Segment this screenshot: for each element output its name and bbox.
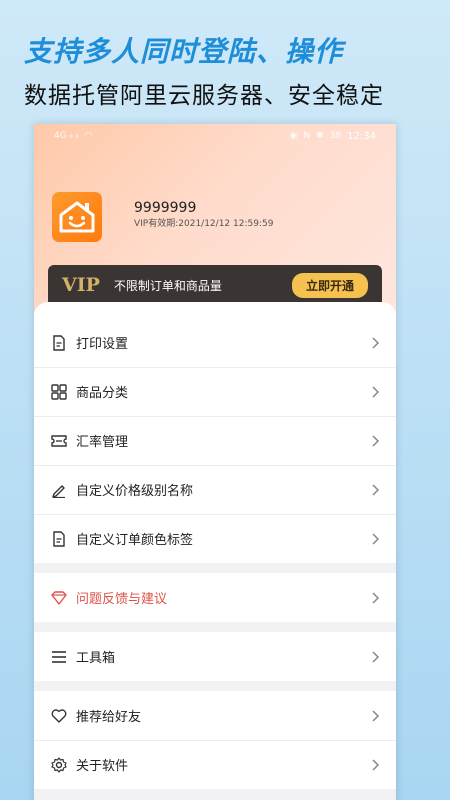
bluetooth-icon: ✱ (316, 131, 324, 141)
menu-label: 打印设置 (76, 337, 129, 352)
menu-item-recommend[interactable]: 推荐给好友 (34, 691, 396, 740)
menu-item-feedback[interactable]: 问题反馈与建议 (34, 573, 396, 622)
chevron-right-icon (372, 709, 380, 722)
status-time: 12:34 (347, 130, 376, 142)
menu-group-feedback: 问题反馈与建议 (34, 573, 396, 622)
eye-icon: ◉ (289, 131, 298, 141)
phone-screen: 4G ᵢₗ ᵢₗ ◠ ◉ N ✱ 38 12:34 9999999 VIP有效期… (34, 124, 396, 800)
vip-description: 不限制订单和商品量 (113, 278, 222, 293)
diamond-icon (50, 589, 68, 607)
document-icon (50, 530, 68, 548)
promo-subtitle: 数据托管阿里云服务器、安全稳定 (24, 83, 384, 109)
status-bar: 4G ᵢₗ ᵢₗ ◠ ◉ N ✱ 38 12:34 (34, 124, 396, 148)
menu-label: 自定义价格级别名称 (76, 484, 194, 499)
menu-label: 关于软件 (76, 759, 129, 774)
signal-icon: 4G ᵢₗ ᵢₗ (54, 131, 79, 141)
menu-label: 问题反馈与建议 (76, 592, 168, 607)
chevron-right-icon (372, 650, 380, 663)
chevron-right-icon (372, 758, 380, 771)
menu-item-exchange-rate[interactable]: 汇率管理 (34, 416, 396, 465)
ticket-icon (50, 432, 68, 450)
heart-icon (50, 707, 68, 725)
chevron-right-icon (372, 434, 380, 447)
vip-banner[interactable]: VIP 不限制订单和商品量 立即开通 (48, 265, 382, 305)
activate-vip-button[interactable]: 立即开通 (291, 272, 368, 298)
chevron-right-icon (372, 336, 380, 349)
pencil-icon (50, 481, 68, 499)
menu-item-print-settings[interactable]: 打印设置 (34, 318, 396, 367)
menu-item-custom-price-levels[interactable]: 自定义价格级别名称 (34, 465, 396, 514)
menu-item-product-category[interactable]: 商品分类 (34, 367, 396, 416)
house-smile-icon (59, 201, 95, 233)
menu-group-about: 推荐给好友 关于软件 (34, 691, 396, 789)
menu-label: 商品分类 (76, 386, 129, 401)
document-icon (50, 334, 68, 352)
chevron-right-icon (372, 483, 380, 496)
menu-group-settings: 打印设置 商品分类 汇率管理 自定义价格级别名称 自定义订单颜色标签 (34, 318, 396, 563)
wifi-icon: ◠ (84, 131, 93, 141)
menu-label: 自定义订单颜色标签 (76, 533, 194, 548)
menu-card: 打印设置 商品分类 汇率管理 自定义价格级别名称 自定义订单颜色标签 问题反馈与… (34, 302, 396, 800)
chevron-right-icon (372, 385, 380, 398)
menu-label: 汇率管理 (76, 435, 129, 450)
gear-icon (50, 756, 68, 774)
battery-icon: 38 (329, 131, 342, 141)
vip-expiry: VIP有效期:2021/12/12 12:59:59 (134, 219, 274, 229)
menu-item-toolbox[interactable]: 工具箱 (34, 632, 396, 681)
menu-label: 推荐给好友 (76, 710, 142, 725)
menu-item-about[interactable]: 关于软件 (34, 740, 396, 789)
avatar[interactable] (52, 192, 102, 242)
menu-label: 工具箱 (76, 651, 116, 666)
chevron-right-icon (372, 532, 380, 545)
vip-logo: VIP (62, 274, 100, 296)
promo-title: 支持多人同时登陆、操作 (24, 35, 344, 68)
menu-item-custom-order-colors[interactable]: 自定义订单颜色标签 (34, 514, 396, 563)
menu-group-tools: 工具箱 (34, 632, 396, 681)
grid-icon (50, 383, 68, 401)
hamburger-icon (50, 648, 68, 666)
chevron-right-icon (372, 591, 380, 604)
nfc-icon: N (303, 131, 311, 141)
username: 9999999 (134, 200, 197, 216)
